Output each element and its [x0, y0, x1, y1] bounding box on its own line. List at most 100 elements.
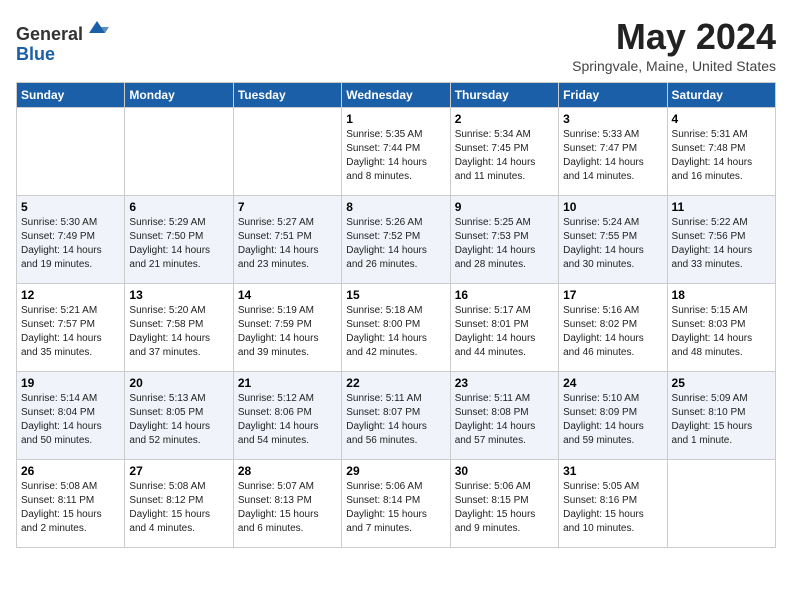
- day-number: 15: [346, 288, 445, 302]
- calendar-table: SundayMondayTuesdayWednesdayThursdayFrid…: [16, 82, 776, 548]
- day-number: 28: [238, 464, 337, 478]
- day-number: 17: [563, 288, 662, 302]
- day-number: 4: [672, 112, 771, 126]
- calendar-cell: 16 Sunrise: 5:17 AM Sunset: 8:01 PM Dayli…: [450, 284, 558, 372]
- day-content: Sunrise: 5:20 AM Sunset: 7:58 PM Dayligh…: [129, 304, 228, 360]
- day-number: 11: [672, 200, 771, 214]
- calendar-cell: 15Sunrise: 5:18 AM Sunset: 8:00 PM Dayli…: [342, 284, 450, 372]
- day-content: Sunrise: 5:13 AM Sunset: 8:05 PM Dayligh…: [129, 392, 228, 448]
- calendar-cell: 19Sunrise: 5:14 AM Sunset: 8:04 PM Dayli…: [17, 372, 125, 460]
- calendar-cell: 27 Sunrise: 5:08 AM Sunset: 8:12 PM Dayli…: [125, 460, 233, 548]
- calendar-cell: 28Sunrise: 5:07 AM Sunset: 8:13 PM Dayli…: [233, 460, 341, 548]
- day-content: Sunrise: 5:11 AM Sunset: 8:07 PM Dayligh…: [346, 392, 445, 448]
- day-number: 6: [129, 200, 228, 214]
- day-content: Sunrise: 5:26 AM Sunset: 7:52 PM Dayligh…: [346, 216, 445, 272]
- calendar-cell: 14 Sunrise: 5:19 AM Sunset: 7:59 PM Dayli…: [233, 284, 341, 372]
- day-number: 5: [21, 200, 120, 214]
- day-content: Sunrise: 5:22 AM Sunset: 7:56 PM Dayligh…: [672, 216, 771, 272]
- day-number: 23: [455, 376, 554, 390]
- day-number: 25: [672, 376, 771, 390]
- calendar-cell: 7 Sunrise: 5:27 AM Sunset: 7:51 PM Daylig…: [233, 196, 341, 284]
- calendar-cell: 25 Sunrise: 5:09 AM Sunset: 8:10 PM Dayli…: [667, 372, 775, 460]
- calendar-cell: 1 Sunrise: 5:35 AM Sunset: 7:44 PM Daylig…: [342, 108, 450, 196]
- day-number: 8: [346, 200, 445, 214]
- day-number: 21: [238, 376, 337, 390]
- weekday-header: Thursday: [450, 83, 558, 108]
- calendar-cell: 20Sunrise: 5:13 AM Sunset: 8:05 PM Dayli…: [125, 372, 233, 460]
- calendar-week-row: 5Sunrise: 5:30 AM Sunset: 7:49 PM Daylig…: [17, 196, 776, 284]
- day-number: 2: [455, 112, 554, 126]
- weekday-header: Sunday: [17, 83, 125, 108]
- day-content: Sunrise: 5:09 AM Sunset: 8:10 PM Dayligh…: [672, 392, 771, 448]
- day-content: Sunrise: 5:08 AM Sunset: 8:11 PM Dayligh…: [21, 480, 120, 536]
- calendar-cell: 10Sunrise: 5:24 AM Sunset: 7:55 PM Dayli…: [559, 196, 667, 284]
- day-number: 13: [129, 288, 228, 302]
- day-content: Sunrise: 5:19 AM Sunset: 7:59 PM Dayligh…: [238, 304, 337, 360]
- calendar-cell: 3 Sunrise: 5:33 AM Sunset: 7:47 PM Daylig…: [559, 108, 667, 196]
- calendar-cell: 4 Sunrise: 5:31 AM Sunset: 7:48 PM Daylig…: [667, 108, 775, 196]
- day-content: Sunrise: 5:05 AM Sunset: 8:16 PM Dayligh…: [563, 480, 662, 536]
- calendar-cell: 26Sunrise: 5:08 AM Sunset: 8:11 PM Dayli…: [17, 460, 125, 548]
- calendar-cell: 5Sunrise: 5:30 AM Sunset: 7:49 PM Daylig…: [17, 196, 125, 284]
- day-content: Sunrise: 5:16 AM Sunset: 8:02 PM Dayligh…: [563, 304, 662, 360]
- calendar-cell: 6 Sunrise: 5:29 AM Sunset: 7:50 PM Daylig…: [125, 196, 233, 284]
- day-content: Sunrise: 5:10 AM Sunset: 8:09 PM Dayligh…: [563, 392, 662, 448]
- logo-general: General: [16, 24, 83, 44]
- day-content: Sunrise: 5:35 AM Sunset: 7:44 PM Dayligh…: [346, 128, 445, 184]
- calendar-cell: 29Sunrise: 5:06 AM Sunset: 8:14 PM Dayli…: [342, 460, 450, 548]
- day-content: Sunrise: 5:27 AM Sunset: 7:51 PM Dayligh…: [238, 216, 337, 272]
- calendar-cell: 21 Sunrise: 5:12 AM Sunset: 8:06 PM Dayli…: [233, 372, 341, 460]
- month-title: May 2024: [572, 16, 776, 58]
- day-number: 3: [563, 112, 662, 126]
- day-number: 24: [563, 376, 662, 390]
- day-number: 12: [21, 288, 120, 302]
- calendar-cell: 8 Sunrise: 5:26 AM Sunset: 7:52 PM Daylig…: [342, 196, 450, 284]
- calendar-week-row: 1 Sunrise: 5:35 AM Sunset: 7:44 PM Daylig…: [17, 108, 776, 196]
- weekday-header: Saturday: [667, 83, 775, 108]
- calendar-week-row: 12 Sunrise: 5:21 AM Sunset: 7:57 PM Dayli…: [17, 284, 776, 372]
- calendar-cell: 17 Sunrise: 5:16 AM Sunset: 8:02 PM Dayli…: [559, 284, 667, 372]
- calendar-cell: 31 Sunrise: 5:05 AM Sunset: 8:16 PM Dayli…: [559, 460, 667, 548]
- calendar-cell: 11 Sunrise: 5:22 AM Sunset: 7:56 PM Dayli…: [667, 196, 775, 284]
- calendar-cell: 22 Sunrise: 5:11 AM Sunset: 8:07 PM Dayli…: [342, 372, 450, 460]
- day-content: Sunrise: 5:33 AM Sunset: 7:47 PM Dayligh…: [563, 128, 662, 184]
- calendar-cell: 2 Sunrise: 5:34 AM Sunset: 7:45 PM Daylig…: [450, 108, 558, 196]
- day-content: Sunrise: 5:08 AM Sunset: 8:12 PM Dayligh…: [129, 480, 228, 536]
- day-number: 10: [563, 200, 662, 214]
- calendar-cell: [667, 460, 775, 548]
- day-content: Sunrise: 5:21 AM Sunset: 7:57 PM Dayligh…: [21, 304, 120, 360]
- day-content: Sunrise: 5:06 AM Sunset: 8:15 PM Dayligh…: [455, 480, 554, 536]
- calendar-cell: 23Sunrise: 5:11 AM Sunset: 8:08 PM Dayli…: [450, 372, 558, 460]
- day-number: 1: [346, 112, 445, 126]
- day-content: Sunrise: 5:14 AM Sunset: 8:04 PM Dayligh…: [21, 392, 120, 448]
- calendar-week-row: 26Sunrise: 5:08 AM Sunset: 8:11 PM Dayli…: [17, 460, 776, 548]
- calendar-cell: 18Sunrise: 5:15 AM Sunset: 8:03 PM Dayli…: [667, 284, 775, 372]
- day-content: Sunrise: 5:06 AM Sunset: 8:14 PM Dayligh…: [346, 480, 445, 536]
- page-header: General Blue May 2024 Springvale, Maine,…: [16, 16, 776, 74]
- day-number: 22: [346, 376, 445, 390]
- weekday-header: Tuesday: [233, 83, 341, 108]
- day-content: Sunrise: 5:17 AM Sunset: 8:01 PM Dayligh…: [455, 304, 554, 360]
- calendar-week-row: 19Sunrise: 5:14 AM Sunset: 8:04 PM Dayli…: [17, 372, 776, 460]
- day-content: Sunrise: 5:34 AM Sunset: 7:45 PM Dayligh…: [455, 128, 554, 184]
- day-number: 30: [455, 464, 554, 478]
- day-content: Sunrise: 5:29 AM Sunset: 7:50 PM Dayligh…: [129, 216, 228, 272]
- weekday-header-row: SundayMondayTuesdayWednesdayThursdayFrid…: [17, 83, 776, 108]
- weekday-header: Friday: [559, 83, 667, 108]
- day-number: 31: [563, 464, 662, 478]
- day-number: 14: [238, 288, 337, 302]
- logo: General Blue: [16, 16, 109, 65]
- day-number: 7: [238, 200, 337, 214]
- calendar-cell: [17, 108, 125, 196]
- calendar-cell: 9Sunrise: 5:25 AM Sunset: 7:53 PM Daylig…: [450, 196, 558, 284]
- day-content: Sunrise: 5:25 AM Sunset: 7:53 PM Dayligh…: [455, 216, 554, 272]
- calendar-cell: 13 Sunrise: 5:20 AM Sunset: 7:58 PM Dayli…: [125, 284, 233, 372]
- day-content: Sunrise: 5:12 AM Sunset: 8:06 PM Dayligh…: [238, 392, 337, 448]
- day-content: Sunrise: 5:15 AM Sunset: 8:03 PM Dayligh…: [672, 304, 771, 360]
- day-number: 16: [455, 288, 554, 302]
- day-content: Sunrise: 5:31 AM Sunset: 7:48 PM Dayligh…: [672, 128, 771, 184]
- location: Springvale, Maine, United States: [572, 58, 776, 74]
- weekday-header: Monday: [125, 83, 233, 108]
- day-number: 27: [129, 464, 228, 478]
- calendar-cell: [125, 108, 233, 196]
